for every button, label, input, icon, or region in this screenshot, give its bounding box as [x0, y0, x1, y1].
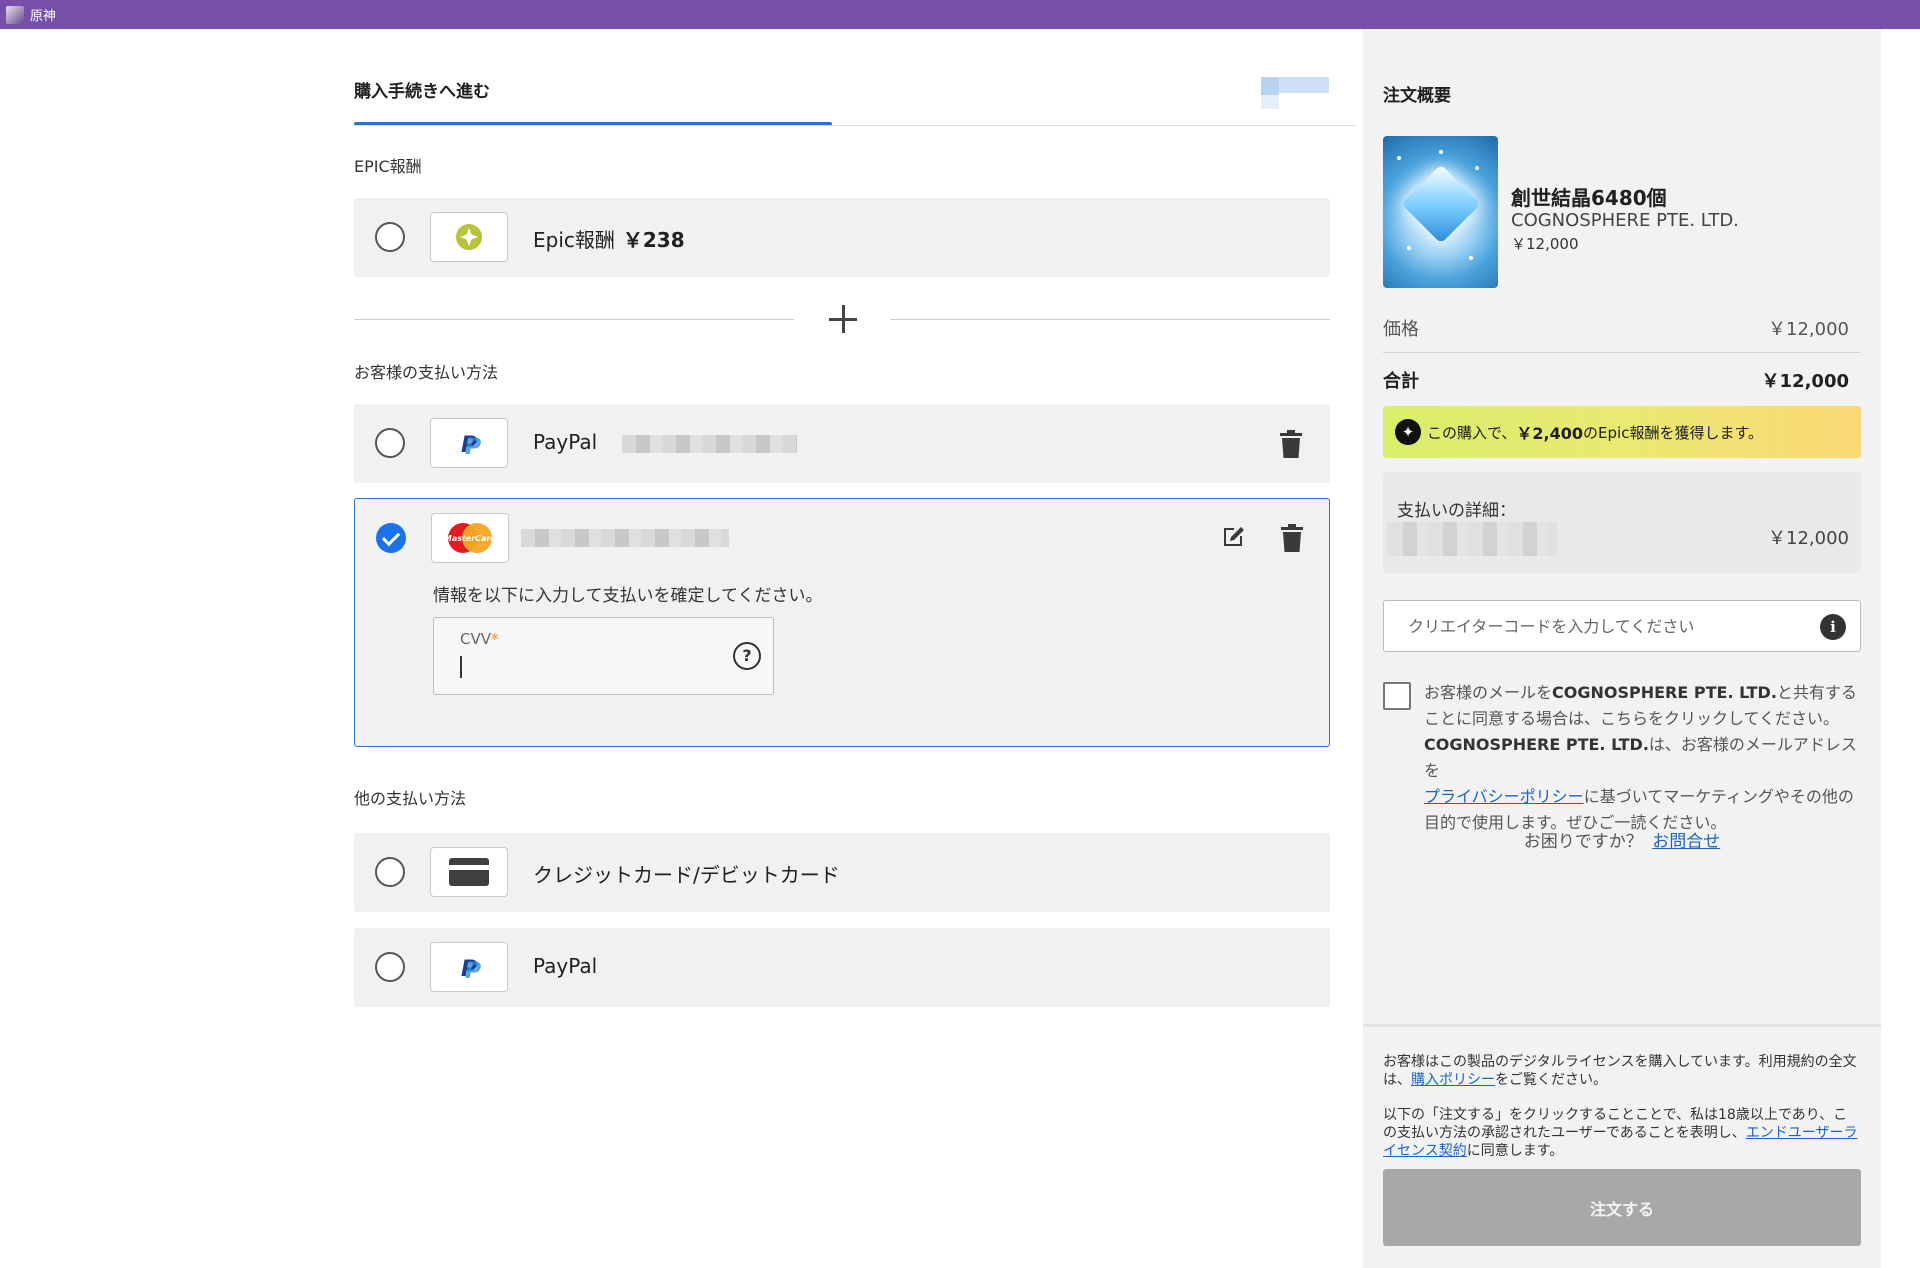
delete-paypal-icon[interactable] [1279, 430, 1303, 458]
tab-divider [354, 125, 1356, 126]
saved-paypal-label: PayPal [533, 430, 598, 454]
epic-rewards-icon [456, 224, 482, 250]
saved-card-radio[interactable] [376, 523, 406, 553]
credit-card-label: クレジットカード/デビットカード [533, 863, 840, 887]
epic-rewards-option[interactable]: Epic報酬 ￥238 [354, 198, 1330, 277]
saved-methods-section-label: お客様の支払い方法 [354, 363, 499, 382]
app-icon [6, 5, 24, 24]
tab-checkout[interactable]: 購入手続きへ進む [354, 77, 490, 102]
paypal-option[interactable]: P P PayPal [354, 928, 1330, 1007]
credit-card-radio[interactable] [375, 857, 405, 887]
product-publisher: COGNOSPHERE PTE. LTD. [1511, 210, 1739, 231]
paypal-logo: P P [430, 418, 508, 468]
mastercard-logo: MasterCard [431, 513, 509, 563]
payment-details-label: 支払いの詳細： [1397, 501, 1516, 521]
cvv-input-caret [460, 656, 462, 678]
paypal-label: PayPal [533, 954, 598, 978]
order-summary-title: 注文概要 [1383, 86, 1451, 106]
mastercard-icon: MasterCard [444, 523, 497, 553]
saved-paypal-option[interactable]: P P PayPal [354, 404, 1330, 483]
epic-rewards-badge-icon [1395, 419, 1421, 445]
paypal-icon: P P [440, 949, 498, 985]
product-image [1383, 136, 1498, 288]
license-notice: お客様はこの製品のデジタルライセンスを購入しています。利用規約の全文は、購入ポリ… [1383, 1054, 1857, 1088]
agreement-notice: 以下の「注文する」をクリックすることことで、私は18歳以上であり、この支払い方法… [1383, 1107, 1858, 1159]
purchase-policy-link[interactable]: 購入ポリシー [1411, 1072, 1495, 1088]
credit-card-option[interactable]: クレジットカード/デビットカード [354, 833, 1330, 912]
help-row: お困りですか？ お問合せ [1363, 827, 1881, 852]
reward-banner: この購入で、￥2,400のEpic報酬を獲得します。 [1383, 406, 1861, 458]
price-row: 価格 ￥12,000 [1383, 315, 1861, 341]
svg-text:P: P [465, 959, 481, 984]
reward-banner-prefix: この購入で、 [1427, 423, 1517, 442]
cvv-help-icon[interactable]: ? [733, 642, 761, 670]
cvv-field[interactable]: CVV* ? [433, 617, 774, 695]
mastercard-brand-text: MasterCard [444, 534, 497, 543]
credit-card-icon [449, 858, 489, 886]
total-value: ￥12,000 [1761, 371, 1849, 392]
reward-banner-suffix: のEpic報酬を獲得します。 [1583, 423, 1763, 442]
contact-link[interactable]: お問合せ [1652, 832, 1720, 852]
payment-details-amount: ￥12,000 [1768, 528, 1849, 549]
saved-paypal-radio[interactable] [375, 428, 405, 458]
creator-code-field[interactable]: i [1383, 600, 1861, 652]
saved-card-masked-number [521, 529, 729, 547]
card-confirm-text: 情報を以下に入力して支払いを確定してください。 [433, 586, 823, 606]
checkout-tabs: 購入手続きへ進む [354, 29, 1356, 127]
window-title: 原神 [30, 9, 57, 24]
total-row: 合計 ￥12,000 [1383, 367, 1861, 393]
saved-card-option[interactable]: MasterCard 情報を以下に入力して支払いを確定してください。 CVV* … [354, 498, 1330, 747]
product-price: ￥12,000 [1511, 235, 1579, 253]
place-order-button[interactable]: 注文する [1383, 1169, 1861, 1246]
edit-card-icon[interactable] [1221, 523, 1247, 549]
order-footer: お客様はこの製品のデジタルライセンスを購入しています。利用規約の全文は、購入ポリ… [1363, 1024, 1881, 1268]
credit-card-logo [430, 847, 508, 897]
combine-divider [354, 299, 1330, 339]
email-consent-checkbox[interactable] [1383, 682, 1411, 710]
privacy-policy-link[interactable]: プライバシーポリシー [1424, 787, 1584, 806]
payment-details: 支払いの詳細： ￥12,000 [1383, 472, 1861, 573]
product-name: 創世結晶6480個 [1511, 186, 1667, 210]
total-label: 合計 [1383, 371, 1419, 392]
creator-code-input[interactable] [1384, 601, 1804, 651]
delete-card-icon[interactable] [1280, 524, 1304, 552]
price-divider [1383, 352, 1861, 353]
cvv-label: CVV* [460, 630, 499, 648]
other-methods-section-label: 他の支払い方法 [354, 789, 467, 808]
payment-details-masked-method [1387, 522, 1557, 556]
email-consent-text: お客様のメールをCOGNOSPHERE PTE. LTD.と共有することに同意す… [1424, 683, 1857, 832]
order-summary: 注文概要 創世結晶6480個 COGNOSPHERE PTE. LTD. ￥12… [1363, 29, 1881, 1268]
epic-rewards-label: Epic報酬 [533, 228, 615, 252]
svg-text:P: P [465, 435, 481, 460]
epic-rewards-text: Epic報酬 ￥238 [533, 224, 685, 253]
epic-rewards-amount: ￥238 [622, 228, 685, 252]
info-icon[interactable]: i [1820, 614, 1846, 640]
reward-banner-amount: ￥2,400 [1516, 424, 1584, 443]
epic-rewards-logo [430, 212, 508, 262]
publisher-logo [1261, 77, 1329, 109]
price-label: 価格 [1383, 319, 1419, 340]
paypal-radio[interactable] [375, 952, 405, 982]
paypal-icon: P P [440, 425, 498, 461]
help-text: お困りですか？ [1523, 832, 1643, 852]
price-value: ￥12,000 [1768, 319, 1849, 340]
epic-rewards-section-label: EPIC報酬 [354, 157, 422, 176]
window-titlebar: 原神 [0, 0, 1920, 29]
epic-rewards-radio[interactable] [375, 222, 405, 252]
paypal-logo-2: P P [430, 942, 508, 992]
checkout-main: 購入手続きへ進む EPIC報酬 Epic報酬 ￥238 お客様の支払い方法 P … [354, 29, 1356, 1268]
saved-paypal-masked-email [622, 435, 797, 453]
